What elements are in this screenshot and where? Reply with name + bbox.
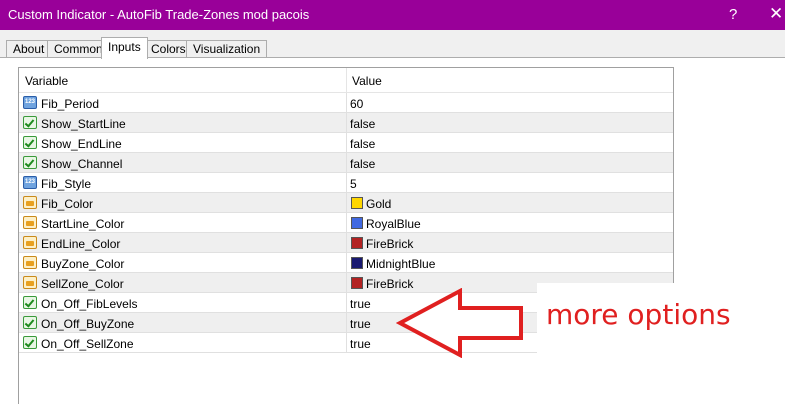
table-row[interactable]: Fib_Color Gold [19, 193, 673, 213]
table-row[interactable]: Show_StartLine false [19, 113, 673, 133]
variable-name: Fib_Color [41, 197, 94, 211]
table-row[interactable]: StartLine_Color RoyalBlue [19, 213, 673, 233]
variable-name: SellZone_Color [41, 277, 124, 291]
variable-value[interactable]: 60 [350, 97, 363, 111]
variable-name: Show_Channel [41, 157, 123, 171]
variable-name: StartLine_Color [41, 217, 125, 231]
annotation-text: more options [546, 298, 731, 331]
variable-value[interactable]: 5 [350, 177, 357, 191]
variable-name: Show_EndLine [41, 137, 122, 151]
tab-about[interactable]: About [6, 40, 52, 58]
table-row[interactable]: 123 Fib_Style 5 [19, 173, 673, 193]
table-row[interactable]: Show_Channel false [19, 153, 673, 173]
boolean-icon [23, 316, 37, 329]
color-icon [23, 196, 37, 209]
cell-separator [346, 173, 347, 193]
table-row[interactable]: BuyZone_Color MidnightBlue [19, 253, 673, 273]
variable-value[interactable]: true [350, 337, 371, 351]
variable-name: On_Off_SellZone [41, 337, 134, 351]
cell-separator [346, 193, 347, 213]
integer-icon: 123 [23, 96, 37, 109]
boolean-icon [23, 156, 37, 169]
tab-visualization[interactable]: Visualization [186, 40, 268, 58]
variable-name: Fib_Style [41, 177, 92, 191]
variable-name: EndLine_Color [41, 237, 121, 251]
help-button[interactable]: ? [729, 6, 737, 23]
variable-value[interactable]: RoyalBlue [366, 217, 421, 231]
variable-name: On_Off_FibLevels [41, 297, 138, 311]
color-icon [23, 276, 37, 289]
cell-separator [346, 253, 347, 273]
boolean-icon [23, 136, 37, 149]
tab-inputs[interactable]: Inputs [101, 37, 148, 59]
cell-separator [346, 273, 347, 293]
column-separator[interactable] [346, 68, 347, 92]
color-swatch[interactable] [351, 217, 363, 229]
color-swatch[interactable] [351, 257, 363, 269]
color-swatch[interactable] [351, 277, 363, 289]
cell-separator [346, 233, 347, 253]
variable-name: BuyZone_Color [41, 257, 125, 271]
column-header-value[interactable]: Value [352, 74, 382, 88]
variable-value[interactable]: FireBrick [366, 237, 413, 251]
color-icon [23, 236, 37, 249]
cell-separator [346, 333, 347, 353]
close-button[interactable]: ✕ [769, 4, 783, 24]
variable-name: Fib_Period [41, 97, 100, 111]
tab-bar: About Common Inputs Colors Visualization [0, 30, 785, 59]
color-swatch[interactable] [351, 197, 363, 209]
variable-name: Show_StartLine [41, 117, 126, 131]
window-title: Custom Indicator - AutoFib Trade-Zones m… [8, 7, 310, 22]
variable-value[interactable]: true [350, 297, 371, 311]
variable-name: On_Off_BuyZone [41, 317, 135, 331]
column-header-variable[interactable]: Variable [25, 74, 68, 88]
variable-value[interactable]: MidnightBlue [366, 257, 435, 271]
variable-value[interactable]: true [350, 317, 371, 331]
cell-separator [346, 133, 347, 153]
color-swatch[interactable] [351, 237, 363, 249]
variable-value[interactable]: false [350, 137, 375, 151]
boolean-icon [23, 116, 37, 129]
cell-separator [346, 313, 347, 333]
annotation-box: more options [537, 283, 785, 404]
table-row[interactable]: EndLine_Color FireBrick [19, 233, 673, 253]
color-icon [23, 216, 37, 229]
table-row[interactable]: Show_EndLine false [19, 133, 673, 153]
color-icon [23, 256, 37, 269]
grid-header: Variable Value [19, 68, 673, 93]
boolean-icon [23, 296, 37, 309]
annotation-arrow-icon [396, 288, 523, 358]
cell-separator [346, 213, 347, 233]
cell-separator [346, 93, 347, 113]
variable-value[interactable]: false [350, 157, 375, 171]
variable-value[interactable]: false [350, 117, 375, 131]
integer-icon: 123 [23, 176, 37, 189]
cell-separator [346, 113, 347, 133]
variable-value[interactable]: Gold [366, 197, 391, 211]
table-row[interactable]: 123 Fib_Period 60 [19, 93, 673, 113]
cell-separator [346, 293, 347, 313]
title-bar: Custom Indicator - AutoFib Trade-Zones m… [0, 0, 785, 30]
cell-separator [346, 153, 347, 173]
boolean-icon [23, 336, 37, 349]
